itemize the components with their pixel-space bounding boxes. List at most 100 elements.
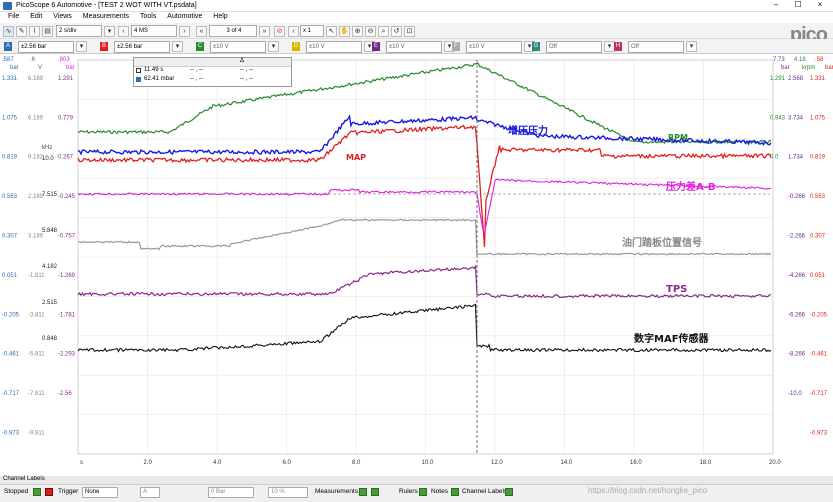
add-measurement-button[interactable] xyxy=(359,488,367,496)
channel-d-label[interactable]: D xyxy=(292,42,300,51)
zoom-out-icon[interactable]: ⊖ xyxy=(365,26,376,37)
left-axis-tick-3: 0.267 xyxy=(58,155,74,161)
trigger-level-input[interactable]: 0 Bar xyxy=(208,487,254,498)
right-axis-tick-2: 0.563 xyxy=(810,194,826,200)
menu-views[interactable]: Views xyxy=(53,12,72,20)
minimize-button[interactable]: – xyxy=(765,0,787,9)
menu-file[interactable]: File xyxy=(8,12,19,20)
channel-a-label[interactable]: A xyxy=(4,42,12,51)
edit-measurement-button[interactable] xyxy=(371,488,379,496)
left-axis-tick-2: -9.811 xyxy=(28,430,45,436)
zoom-in-icon[interactable]: ⊕ xyxy=(352,26,363,37)
channel-h-range[interactable]: Off xyxy=(628,41,684,53)
ruler-time-2: -- , -- xyxy=(190,67,203,73)
channel-labels-label[interactable]: Channel Labels xyxy=(462,488,507,495)
channel-c-label[interactable]: C xyxy=(196,42,204,51)
channel-labels-button[interactable] xyxy=(505,488,513,496)
undo-zoom-icon[interactable]: ↺ xyxy=(391,26,402,37)
menu-edit[interactable]: Edit xyxy=(30,12,42,20)
channel-b-range[interactable]: ±2.56 bar xyxy=(114,41,170,53)
timebase-down-icon[interactable]: ▾ xyxy=(104,26,115,37)
buffer-next-icon[interactable]: » xyxy=(259,26,270,37)
menu-help[interactable]: Help xyxy=(213,12,227,20)
channel-g-label[interactable]: G xyxy=(532,42,540,51)
scope-graph[interactable]: .587bar.6V.803bar7.73bar4.18krpm.58bar1.… xyxy=(0,54,833,476)
channel-c-options-icon[interactable]: ▾ xyxy=(268,41,279,52)
pointer-icon[interactable]: ↖ xyxy=(326,26,337,37)
right-axis-tick: -8.266 xyxy=(788,352,806,358)
zoom-area-icon[interactable]: ⊡ xyxy=(404,26,415,37)
right-axis-header: 7.73 xyxy=(773,57,785,63)
samples-next-icon[interactable]: › xyxy=(179,26,190,37)
ruler-time-value: 11.49 s xyxy=(144,67,164,73)
signal-icon[interactable]: ⌇ xyxy=(29,26,40,37)
graph-background xyxy=(0,54,833,476)
hand-icon[interactable]: ✋ xyxy=(339,26,350,37)
buffer-first-icon[interactable]: « xyxy=(196,26,207,37)
pretrigger-input[interactable]: 10 % xyxy=(268,487,308,498)
run-button[interactable] xyxy=(33,488,41,496)
stop-icon[interactable]: ⊘ xyxy=(274,26,285,37)
timebase-select[interactable]: 2 s/div xyxy=(56,25,102,37)
freq-axis-tick: 5.848 xyxy=(42,228,58,234)
menu-measurements[interactable]: Measurements xyxy=(83,12,129,20)
left-axis-tick: 1.075 xyxy=(2,115,18,121)
buffer-navigator[interactable]: 3 of 4 xyxy=(209,25,257,37)
wand-icon[interactable]: ✎ xyxy=(16,26,27,37)
menu-bar: File Edit Views Measurements Tools Autom… xyxy=(0,12,833,23)
khz-axis-unit: kHz xyxy=(42,145,52,151)
samples-select[interactable]: 4 MS xyxy=(131,25,177,37)
close-button[interactable]: × xyxy=(809,0,831,9)
zoom-select[interactable]: x 1 xyxy=(300,25,324,37)
zoom-fit-icon[interactable]: ⌕ xyxy=(378,26,389,37)
channel-g-range[interactable]: Off xyxy=(546,41,602,53)
left-axis-tick-3: -2.56 xyxy=(58,391,72,397)
ruler-signal-value: 62.41 mbar xyxy=(144,76,175,82)
channel-f-range[interactable]: ±10 V xyxy=(466,41,522,53)
trigger-channel-select[interactable]: A xyxy=(140,487,160,498)
channel-a-options-icon[interactable]: ▾ xyxy=(76,41,87,52)
channel-h-label[interactable]: H xyxy=(614,42,622,51)
left-axis-tick-3: 0.779 xyxy=(58,115,74,121)
maf-label: 数字MAF传感器 xyxy=(634,332,710,345)
stop-button[interactable] xyxy=(45,488,53,496)
channel-e-range[interactable]: ±10 V xyxy=(386,41,442,53)
trigger-label: Trigger xyxy=(58,488,79,495)
pressure-diff-label: 压力差A-B xyxy=(666,180,716,193)
rulers-label[interactable]: Rulers xyxy=(399,488,418,495)
trigger-select[interactable]: None xyxy=(82,487,118,498)
channel-a-range[interactable]: ±2.56 bar xyxy=(18,41,74,53)
zoom-prev-icon[interactable]: ‹ xyxy=(288,26,299,37)
right-axis-tick-2: -0.461 xyxy=(810,352,828,358)
channel-e-label[interactable]: E xyxy=(372,42,380,51)
channel-icon[interactable]: ▤ xyxy=(42,26,53,37)
channel-f-label[interactable]: F xyxy=(452,42,460,51)
left-axis-tick-2: 6.189 xyxy=(28,115,44,121)
right-axis-tick-2: -0.205 xyxy=(810,312,828,318)
right-axis-tick-2: 1.331 xyxy=(810,76,826,82)
capture-toolbar: ∿ ✎ ⌇ ▤ 2 s/div ▾ ‹ 4 MS › « 3 of 4 » ⊘ … xyxy=(0,23,833,39)
maximize-button[interactable]: ☐ xyxy=(787,0,809,9)
channel-toolbar: A ±2.56 bar ▾ B ±2.56 bar ▾ C ±10 V ▾ D ±10 V ▾ E ±10… xyxy=(0,39,833,54)
samples-prev-icon[interactable]: ‹ xyxy=(118,26,129,37)
measurements-label[interactable]: Measurements xyxy=(315,488,358,495)
notes-button[interactable] xyxy=(451,488,459,496)
channel-h-options-icon[interactable]: ▾ xyxy=(686,41,697,52)
menu-automotive[interactable]: Automotive xyxy=(167,12,202,20)
left-axis-tick-3: -2.293 xyxy=(58,352,76,358)
channel-d-range[interactable]: ±10 V xyxy=(306,41,362,53)
channel-b-label[interactable]: B xyxy=(100,42,108,51)
left-axis-tick-2: -1.811 xyxy=(28,273,45,279)
status-bar: Stopped Trigger None A 0 Bar 10 % Measur… xyxy=(0,484,833,502)
right-axis-header: bar xyxy=(825,65,833,71)
right-axis-header: 4.18 xyxy=(794,57,806,63)
tps-label: TPS xyxy=(666,284,687,295)
app-icon xyxy=(3,2,12,10)
channel-b-options-icon[interactable]: ▾ xyxy=(172,41,183,52)
menu-tools[interactable]: Tools xyxy=(140,12,156,20)
channel-c-range[interactable]: ±10 V xyxy=(210,41,266,53)
left-axis-tick: 0.563 xyxy=(2,194,18,200)
notes-label[interactable]: Notes xyxy=(431,488,448,495)
rulers-button[interactable] xyxy=(419,488,427,496)
scope-mode-icon[interactable]: ∿ xyxy=(3,26,14,37)
